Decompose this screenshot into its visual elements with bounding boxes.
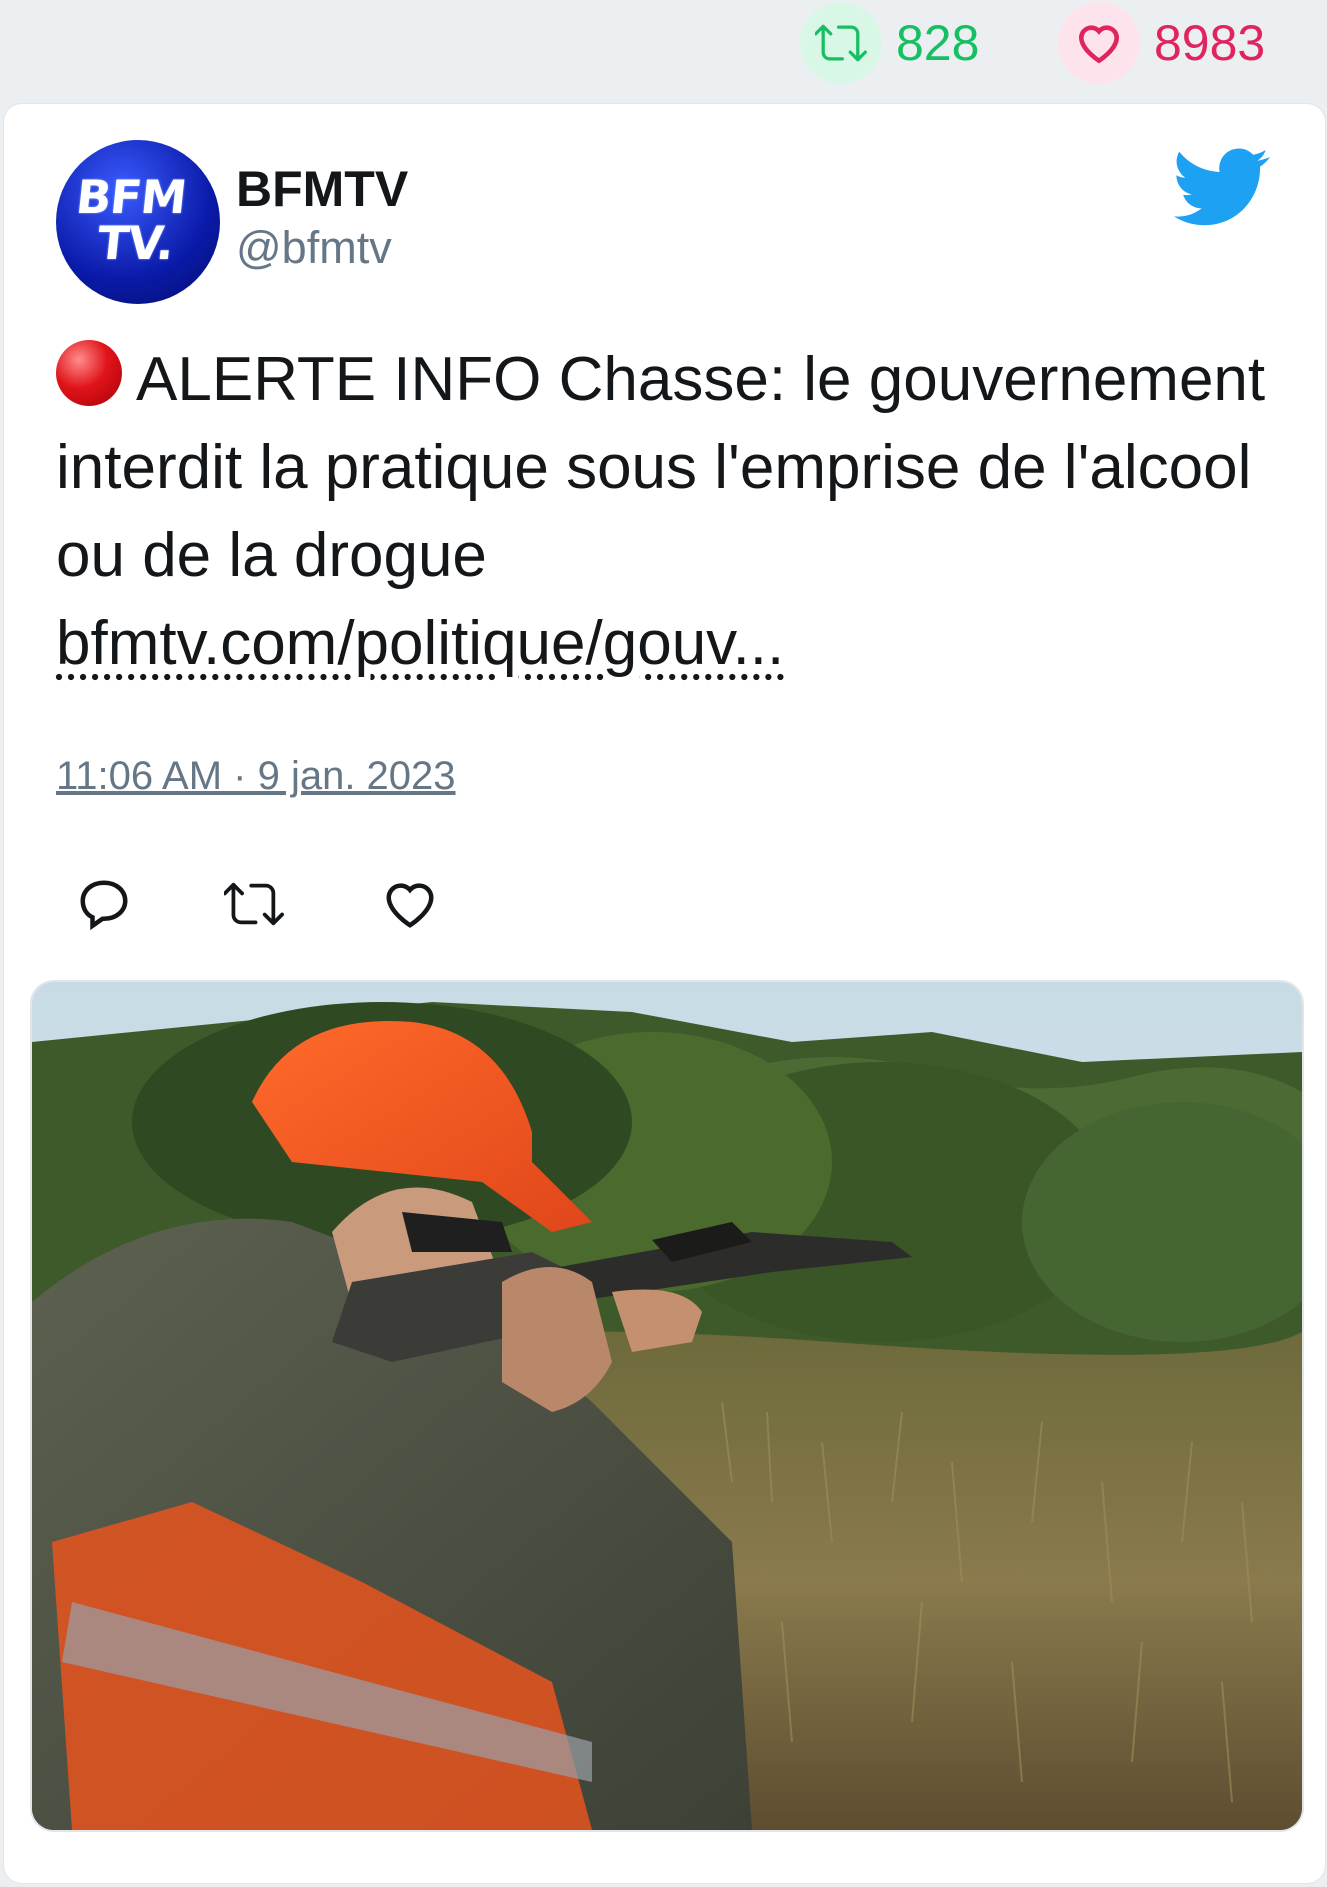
tweet-timestamp[interactable]: 11:06 AM · 9 jan. 2023 [56, 754, 456, 799]
like-count: 8983 [1154, 15, 1266, 71]
red-circle-icon [56, 340, 122, 406]
retweet-count: 828 [896, 15, 980, 71]
twitter-bird-icon[interactable] [1174, 148, 1270, 228]
tweet-link[interactable]: bfmtv.com/politique/gouv... [56, 609, 784, 678]
tweet-media-image[interactable] [30, 980, 1304, 1832]
tweet-text: ALERTE INFO Chasse: le gouvernement inte… [56, 336, 1276, 688]
heart-icon [1058, 2, 1140, 84]
retweet-icon [800, 2, 882, 84]
avatar-logo: BFM TV. [69, 170, 189, 270]
retweet-stat[interactable]: 828 [800, 0, 979, 86]
hunter-photo [32, 982, 1302, 1830]
avatar[interactable]: BFM TV. [56, 140, 220, 304]
author-name[interactable]: BFMTV [236, 160, 408, 218]
tweet-body: ALERTE INFO Chasse: le gouvernement inte… [56, 345, 1266, 590]
tweet-actions [56, 874, 556, 944]
like-stat[interactable]: 8983 [1058, 0, 1265, 86]
avatar-logo-line2: TV. [94, 216, 176, 270]
author-handle[interactable]: @bfmtv [236, 222, 392, 274]
heart-icon[interactable] [380, 874, 440, 934]
tweet-card: BFM TV. BFMTV @bfmtv ALERTE INFO Chasse:… [4, 104, 1325, 1883]
retweet-icon[interactable] [224, 874, 284, 934]
engagement-stats: 828 8983 [0, 0, 1327, 100]
avatar-logo-line1: BFM [73, 170, 189, 224]
reply-icon[interactable] [74, 874, 134, 934]
